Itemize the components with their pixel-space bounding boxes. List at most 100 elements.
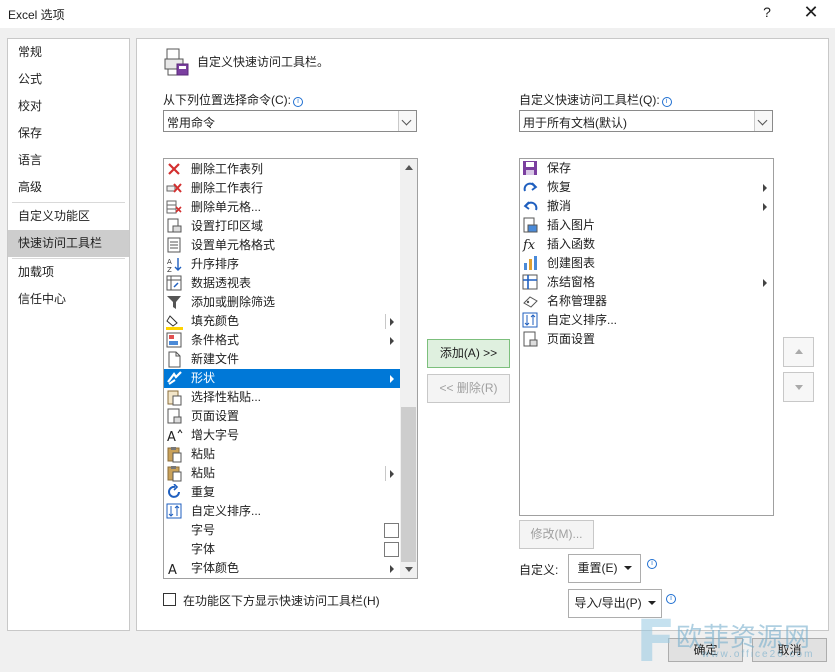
chevron-right-icon bbox=[390, 470, 394, 478]
list-item[interactable]: 创建图表 bbox=[520, 254, 773, 273]
nav-item-formulas[interactable]: 公式 bbox=[8, 66, 129, 93]
list-item[interactable]: 删除工作表列 bbox=[164, 160, 400, 179]
list-scrollbar[interactable] bbox=[400, 159, 417, 578]
list-item-label: 删除工作表行 bbox=[191, 181, 264, 195]
list-item[interactable]: 页面设置 bbox=[164, 407, 400, 426]
info-icon[interactable]: i bbox=[661, 97, 672, 107]
sort-ascending-icon: AZ bbox=[167, 258, 182, 273]
nav-item-advanced[interactable]: 高级 bbox=[8, 174, 129, 201]
list-item[interactable]: AZ 升序排序 bbox=[164, 255, 400, 274]
scroll-up-arrow[interactable] bbox=[400, 159, 417, 176]
list-item[interactable]: 粘贴 bbox=[164, 445, 400, 464]
scroll-down-arrow[interactable] bbox=[400, 561, 417, 578]
font-color-icon: A bbox=[168, 563, 177, 577]
list-item[interactable]: 冻结窗格 bbox=[520, 273, 773, 292]
chevron-down-icon[interactable] bbox=[398, 111, 416, 131]
list-item[interactable]: A 字体颜色 bbox=[164, 559, 400, 578]
text-cursor-dropdown-icon bbox=[384, 523, 399, 538]
page-setup-icon bbox=[523, 331, 538, 347]
nav-item-quick-access-toolbar[interactable]: 快速访问工具栏 bbox=[8, 230, 129, 257]
reset-button[interactable]: 重置(E) bbox=[568, 554, 641, 583]
close-button[interactable]: ✕ bbox=[800, 2, 822, 23]
move-down-button[interactable] bbox=[783, 372, 814, 402]
header-text: 自定义快速访问工具栏。 bbox=[197, 55, 330, 69]
custom-sort-icon bbox=[522, 312, 538, 328]
list-item[interactable]: A 增大字号 bbox=[164, 426, 400, 445]
list-item-label: 条件格式 bbox=[191, 333, 240, 347]
list-item[interactable]: 添加或删除筛选 bbox=[164, 293, 400, 312]
list-item[interactable]: 自定义排序... bbox=[164, 502, 400, 521]
list-item-label: 设置单元格格式 bbox=[191, 238, 276, 252]
nav-item-general[interactable]: 常规 bbox=[8, 39, 129, 66]
filter-icon bbox=[167, 296, 181, 309]
dropdown-arrow-icon bbox=[623, 566, 632, 570]
list-item-label: 字体颜色 bbox=[191, 561, 240, 575]
svg-text:Z: Z bbox=[167, 266, 172, 273]
list-item[interactable]: fx 插入函数 bbox=[520, 235, 773, 254]
redo-icon bbox=[523, 182, 538, 192]
list-item[interactable]: 粘贴 bbox=[164, 464, 400, 483]
add-button[interactable]: 添加(A) >> bbox=[427, 339, 510, 368]
available-commands-list[interactable]: 删除工作表列 删除工作表行 删除单元格... 设置打印区域 设置单元格格式 AZ… bbox=[163, 158, 418, 579]
title-bar: Excel 选项 ? ✕ bbox=[0, 0, 835, 28]
list-item[interactable]: 条件格式 bbox=[164, 331, 400, 350]
chart-icon bbox=[524, 256, 537, 270]
list-item-label: 粘贴 bbox=[191, 466, 216, 480]
toolbar-scope-value: 用于所有文档(默认) bbox=[523, 116, 627, 130]
list-item[interactable]: 字体 bbox=[164, 540, 400, 559]
list-item[interactable]: 保存 bbox=[520, 159, 773, 178]
list-item[interactable]: 删除单元格... bbox=[164, 198, 400, 217]
chevron-right-icon bbox=[390, 375, 394, 383]
list-item[interactable]: 撤消 bbox=[520, 197, 773, 216]
nav-item-proofing[interactable]: 校对 bbox=[8, 93, 129, 120]
show-below-ribbon-checkbox[interactable] bbox=[163, 593, 176, 606]
list-item-label: 撤消 bbox=[547, 199, 572, 213]
list-item[interactable]: 恢复 bbox=[520, 178, 773, 197]
customize-toolbar-label-text: 自定义快速访问工具栏(Q): bbox=[519, 93, 660, 107]
nav-item-trust-center[interactable]: 信任中心 bbox=[8, 286, 129, 313]
list-item[interactable]: 设置单元格格式 bbox=[164, 236, 400, 255]
remove-button[interactable]: << 删除(R) bbox=[427, 374, 510, 403]
info-icon[interactable]: i bbox=[666, 594, 676, 604]
list-item[interactable]: 插入图片 bbox=[520, 216, 773, 235]
nav-item-language[interactable]: 语言 bbox=[8, 147, 129, 174]
list-item[interactable]: 字号 bbox=[164, 521, 400, 540]
chevron-down-icon[interactable] bbox=[754, 111, 772, 131]
list-item[interactable]: 重复 bbox=[164, 483, 400, 502]
list-item[interactable]: 填充颜色 bbox=[164, 312, 400, 331]
list-item[interactable]: 数据透视表 bbox=[164, 274, 400, 293]
split-divider bbox=[385, 466, 386, 481]
nav-item-add-ins[interactable]: 加载项 bbox=[8, 259, 129, 286]
list-item-label: 添加或删除筛选 bbox=[191, 295, 276, 309]
increase-font-icon: A bbox=[167, 429, 183, 444]
main-panel: 自定义快速访问工具栏。 从下列位置选择命令(C): i 常用命令 删除工作表列 删… bbox=[136, 38, 829, 631]
save-icon bbox=[523, 161, 537, 175]
nav-item-customize-ribbon[interactable]: 自定义功能区 bbox=[8, 203, 129, 230]
site-watermark: F 欧菲资源网 www.office26.com bbox=[632, 605, 835, 672]
help-button[interactable]: ? bbox=[760, 4, 774, 20]
toolbar-scope-dropdown[interactable]: 用于所有文档(默认) bbox=[519, 110, 773, 132]
list-item-label: 删除工作表列 bbox=[191, 162, 264, 176]
toolbar-commands-list[interactable]: 保存 恢复 撤消 插入图片 fx 插入函数 创建图表 冻结窗格 名称管理器 自定… bbox=[519, 158, 774, 516]
modify-button[interactable]: 修改(M)... bbox=[519, 520, 594, 549]
list-item[interactable]: 自定义排序... bbox=[520, 311, 773, 330]
nav-item-save[interactable]: 保存 bbox=[8, 120, 129, 147]
list-item[interactable]: 设置打印区域 bbox=[164, 217, 400, 236]
list-item[interactable]: 删除工作表行 bbox=[164, 179, 400, 198]
list-item-label: 新建文件 bbox=[191, 352, 240, 366]
delete-cells-icon bbox=[166, 200, 182, 214]
choose-commands-dropdown[interactable]: 常用命令 bbox=[163, 110, 417, 132]
info-icon[interactable]: i bbox=[293, 97, 303, 107]
print-area-icon bbox=[167, 218, 182, 233]
info-icon[interactable]: i bbox=[647, 559, 657, 569]
function-icon: fx bbox=[522, 238, 536, 253]
scroll-thumb[interactable] bbox=[401, 407, 416, 562]
choose-commands-label: 从下列位置选择命令(C): i bbox=[163, 91, 303, 108]
choose-commands-value: 常用命令 bbox=[167, 116, 216, 130]
move-up-button[interactable] bbox=[783, 337, 814, 367]
list-item[interactable]: 选择性粘贴... bbox=[164, 388, 400, 407]
list-item[interactable]: 页面设置 bbox=[520, 330, 773, 349]
list-item[interactable]: 名称管理器 bbox=[520, 292, 773, 311]
list-item-selected[interactable]: 形状 bbox=[164, 369, 400, 388]
list-item[interactable]: 新建文件 bbox=[164, 350, 400, 369]
